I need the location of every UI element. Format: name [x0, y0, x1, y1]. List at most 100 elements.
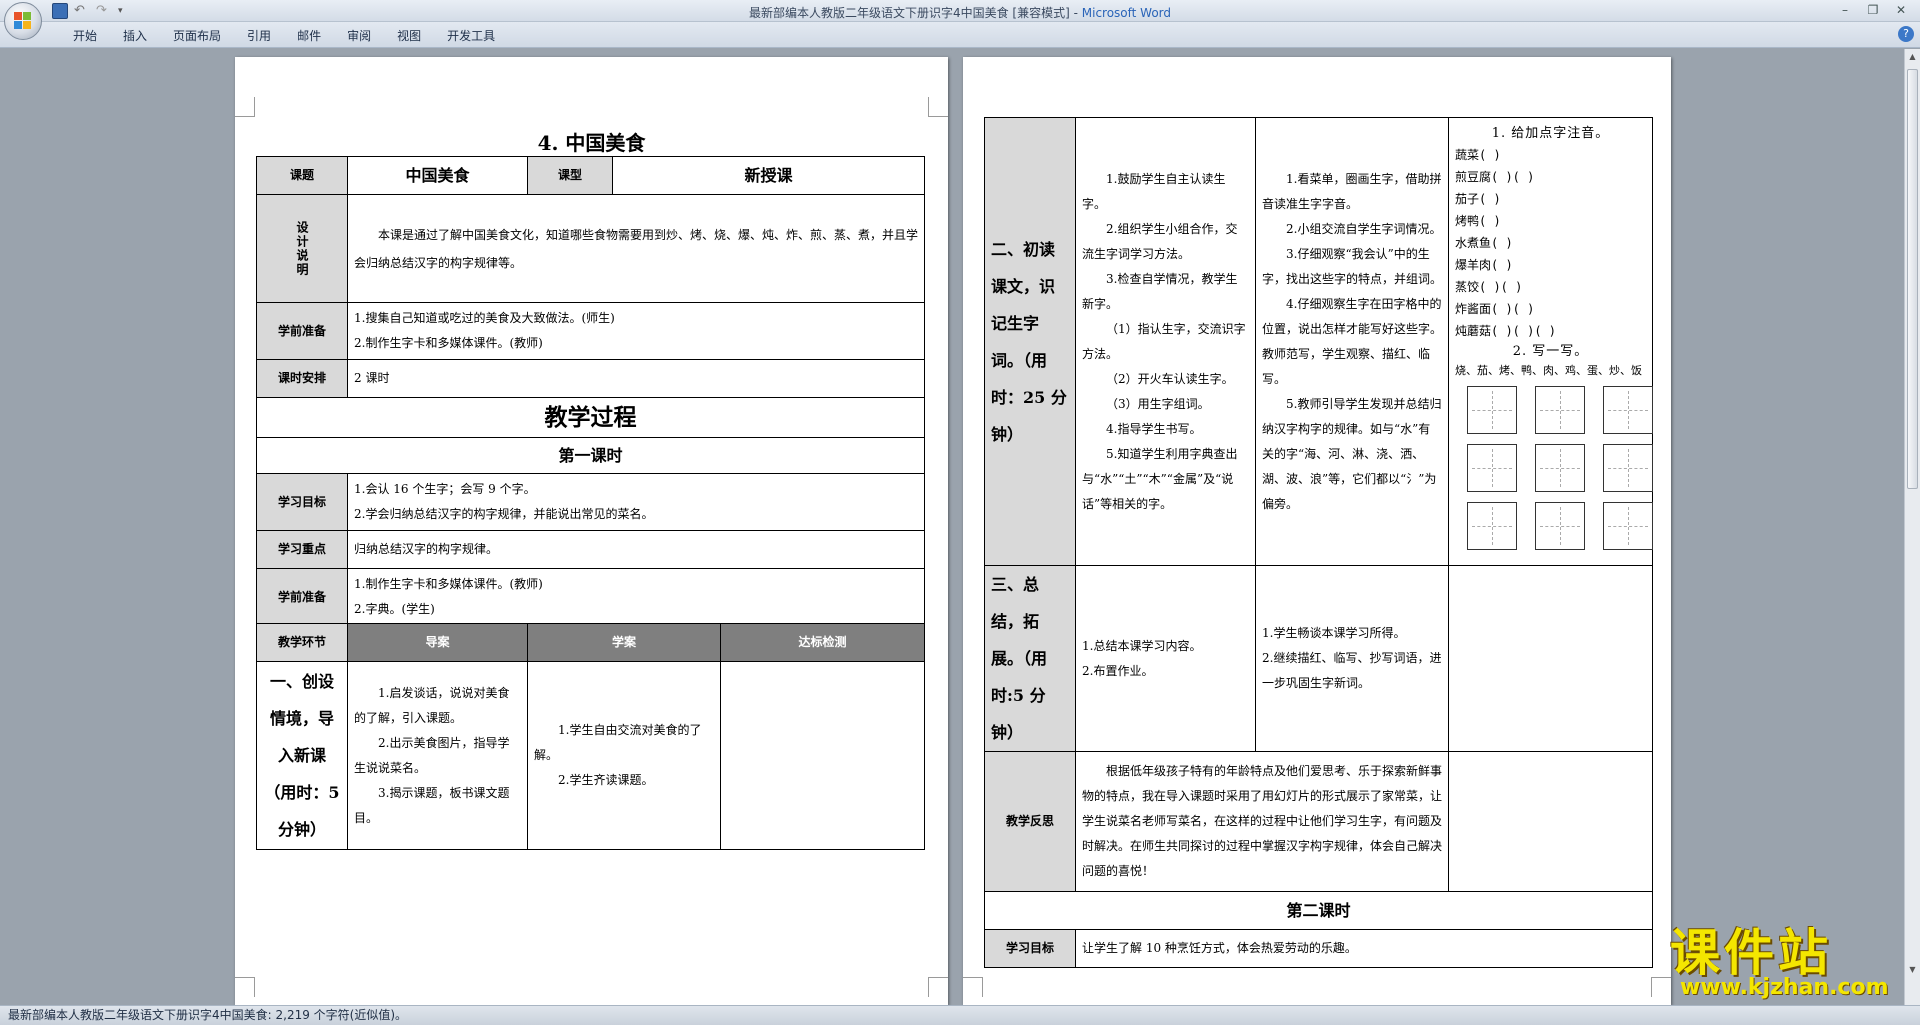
tianzige-cell[interactable]: [1467, 444, 1517, 492]
hours-label: 课时安排: [256, 359, 348, 398]
step3-label: 三、总结，拓展。（用时:5 分钟）: [984, 565, 1076, 752]
office-button[interactable]: [4, 2, 42, 40]
step2-study-item: 3.仔细观察“我会认”中的生字，找出这些字的特点，并组词。: [1262, 246, 1443, 286]
watermark: 课件站 www.kjzhan.com: [1670, 925, 1910, 1005]
crop-mark: [928, 97, 948, 117]
goal2-label: 学习目标: [984, 929, 1076, 968]
tab-review[interactable]: 审阅: [334, 27, 384, 45]
step2-study[interactable]: 1.看菜单，圈画生字，借助拼音读准生字字音。 2.小组交流自学生字词情况。 3.…: [1255, 117, 1449, 566]
lesson2-title: 第二课时: [984, 891, 1653, 930]
tianzige-cell[interactable]: [1535, 386, 1585, 434]
exercise1-item: 煎豆腐( )( ): [1455, 170, 1535, 184]
step3-study-item: 2.继续描红、临写、抄写词语，进一步巩固生字新词。: [1262, 651, 1442, 690]
step1-guide-item: 2.出示美食图片，指导学生说说菜名。: [354, 735, 510, 775]
document-canvas[interactable]: 4. 中国美食 课题 中国美食 课型 新授课 设计说明 本课是通过了解中国美食文…: [0, 49, 1904, 1005]
step2-guide-item: 5.知道学生利用字典查出与“水”“土”“木”“金属”及“说话”等相关的字。: [1082, 446, 1238, 511]
step1-study-item: 2.学生齐读课题。: [558, 773, 654, 787]
tianzige-cell[interactable]: [1535, 444, 1585, 492]
status-text: 最新部编本人教版二年级语文下册识字4中国美食: 2,219 个字符(近似值)。: [8, 1008, 408, 1022]
topic-label: 课题: [256, 156, 348, 195]
scroll-up-icon[interactable]: ▲: [1907, 51, 1918, 62]
prep2-items[interactable]: 1.制作生字卡和多媒体课件。(教师) 2.字典。(学生): [347, 568, 925, 626]
stage-table-p1[interactable]: 教学环节 导案 学案 达标检测 一、创设情境，导入新课（用时：5 分钟） 1.启…: [256, 623, 925, 850]
page-2[interactable]: 二、初读课文，识记生字词。（用时：25 分钟） 1.鼓励学生自主认读生字。 2.…: [963, 57, 1671, 1005]
exercise1-item: 水煮鱼( ): [1455, 236, 1513, 250]
goal-items[interactable]: 1.会认 16 个生字；会写 9 个字。 2.学会归纳总结汉字的构字规律，并能说…: [347, 473, 925, 531]
prep2-item: 1.制作生字卡和多媒体课件。(教师): [354, 577, 543, 591]
reflect-text[interactable]: 根据低年级孩子特有的年龄特点及他们爱思考、乐于探索新鲜事物的特点，我在导入课题时…: [1075, 751, 1449, 892]
crop-mark: [235, 97, 255, 117]
exercise2-chars: 烧、茄、烤、鸭、肉、鸡、蛋、炒、饭: [1455, 364, 1642, 377]
lesson-plan-table[interactable]: 课题 中国美食 课型 新授课 设计说明 本课是通过了解中国美食文化，知道哪些食物…: [256, 156, 925, 626]
document-title: 4. 中国美食: [537, 131, 646, 155]
reflect-label: 教学反思: [984, 751, 1076, 892]
tab-page-layout[interactable]: 页面布局: [160, 27, 234, 45]
restore-icon[interactable]: ❐: [1860, 1, 1886, 19]
step3-guide-item: 1.总结本课学习内容。: [1082, 638, 1202, 653]
goal-label: 学习目标: [256, 473, 348, 531]
prep-item: 1.搜集自己知道或吃过的美食及大致做法。(师生): [354, 311, 615, 325]
tab-home[interactable]: 开始: [60, 27, 110, 45]
step2-label: 二、初读课文，识记生字词。（用时：25 分钟）: [984, 117, 1076, 566]
step1-study[interactable]: 1.学生自由交流对美食的了解。 2.学生齐读课题。: [527, 661, 721, 850]
page-1[interactable]: 4. 中国美食 课题 中国美食 课型 新授课 设计说明 本课是通过了解中国美食文…: [235, 57, 948, 1005]
step2-study-item: 1.看菜单，圈画生字，借助拼音读准生字字音。: [1262, 171, 1442, 211]
tab-references[interactable]: 引用: [234, 27, 284, 45]
crop-mark: [928, 977, 948, 997]
ribbon: 开始 插入 页面布局 引用 邮件 审阅 视图 开发工具 ?: [0, 22, 1920, 48]
prep-items[interactable]: 1.搜集自己知道或吃过的美食及大致做法。(师生) 2.制作生字卡和多媒体课件。(…: [347, 302, 925, 360]
tab-mailings[interactable]: 邮件: [284, 27, 334, 45]
step2-check[interactable]: 1. 给加点字注音。 蔬菜( ) 煎豆腐( )( ) 茄子( ) 烤鸭( ) 水…: [1448, 117, 1653, 566]
tab-insert[interactable]: 插入: [110, 27, 160, 45]
exercise1-item: 炖蘑菇( )( )( ): [1455, 324, 1557, 338]
tianzige-cell[interactable]: [1603, 444, 1653, 492]
step3-check[interactable]: [1448, 565, 1653, 752]
step2-guide[interactable]: 1.鼓励学生自主认读生字。 2.组织学生小组合作，交流生字词学习方法。 3.检查…: [1075, 117, 1256, 566]
step3-study[interactable]: 1.学生畅谈本课学习所得。 2.继续描红、临写、抄写词语，进一步巩固生字新词。: [1255, 565, 1449, 752]
topic-value[interactable]: 中国美食: [347, 156, 528, 195]
tianzige-cell[interactable]: [1467, 386, 1517, 434]
exercise1-item: 蒸饺( )( ): [1455, 280, 1523, 294]
prep2-item: 2.字典。(学生): [354, 602, 435, 616]
tianzige-cell[interactable]: [1603, 502, 1653, 550]
tianzige-cell[interactable]: [1467, 502, 1517, 550]
type-label: 课型: [527, 156, 613, 195]
watermark-url: www.kjzhan.com: [1680, 975, 1889, 1000]
stage-table-p2[interactable]: 二、初读课文，识记生字词。（用时：25 分钟） 1.鼓励学生自主认读生字。 2.…: [984, 117, 1653, 968]
minimize-icon[interactable]: –: [1832, 1, 1858, 19]
step1-check[interactable]: [720, 661, 925, 850]
help-icon[interactable]: ?: [1898, 26, 1914, 42]
process-title: 教学过程: [256, 397, 925, 438]
tianzige-cell[interactable]: [1535, 502, 1585, 550]
reflect-extra[interactable]: [1448, 751, 1653, 892]
prep2-label: 学前准备: [256, 568, 348, 626]
design-text[interactable]: 本课是通过了解中国美食文化，知道哪些食物需要用到炒、烤、烧、爆、炖、炸、煎、蒸、…: [347, 194, 925, 303]
close-icon[interactable]: ✕: [1888, 1, 1914, 19]
design-label: 设计说明: [256, 194, 348, 303]
step1-guide[interactable]: 1.启发谈话，说说对美食的了解，引入课题。 2.出示美食图片，指导学生说说菜名。…: [347, 661, 528, 850]
tianzige-cell[interactable]: [1603, 386, 1653, 434]
prep-label: 学前准备: [256, 302, 348, 360]
step1-guide-item: 3.揭示课题，板书课文题目。: [354, 785, 510, 825]
tab-developer[interactable]: 开发工具: [434, 27, 508, 45]
lesson1-title: 第一课时: [256, 437, 925, 474]
step2-guide-item: 2.组织学生小组合作，交流生字词学习方法。: [1082, 221, 1238, 261]
vertical-scrollbar[interactable]: ▲ ▼: [1904, 49, 1920, 1005]
ribbon-tabs: 开始 插入 页面布局 引用 邮件 审阅 视图 开发工具: [60, 27, 508, 45]
hours-value[interactable]: 2 课时: [347, 359, 925, 398]
goal2-value[interactable]: 让学生了解 10 种烹饪方式，体会热爱劳动的乐趣。: [1075, 929, 1653, 968]
focus-label: 学习重点: [256, 530, 348, 569]
tab-view[interactable]: 视图: [384, 27, 434, 45]
focus-value[interactable]: 归纳总结汉字的构字规律。: [347, 530, 925, 569]
crop-mark: [963, 977, 983, 997]
step2-study-item: 4.仔细观察生字在田字格中的位置，说出怎样才能写好这些字。教师范写，学生观察、描…: [1262, 296, 1443, 386]
scrollbar-thumb[interactable]: [1907, 69, 1918, 489]
stage-label: 教学环节: [256, 623, 348, 662]
prep-item: 2.制作生字卡和多媒体课件。(教师): [354, 336, 543, 350]
step2-study-item: 5.教师引导学生发现并总结归纳汉字构字的规律。如与“水”有关的字“海、河、淋、浇…: [1262, 396, 1442, 511]
step2-guide-item: （2）开火车认读生字。: [1106, 371, 1234, 386]
type-value[interactable]: 新授课: [612, 156, 925, 195]
step3-guide[interactable]: 1.总结本课学习内容。 2.布置作业。: [1075, 565, 1256, 752]
exercise1-item: 烤鸭( ): [1455, 214, 1501, 228]
col-guide: 导案: [347, 623, 528, 662]
